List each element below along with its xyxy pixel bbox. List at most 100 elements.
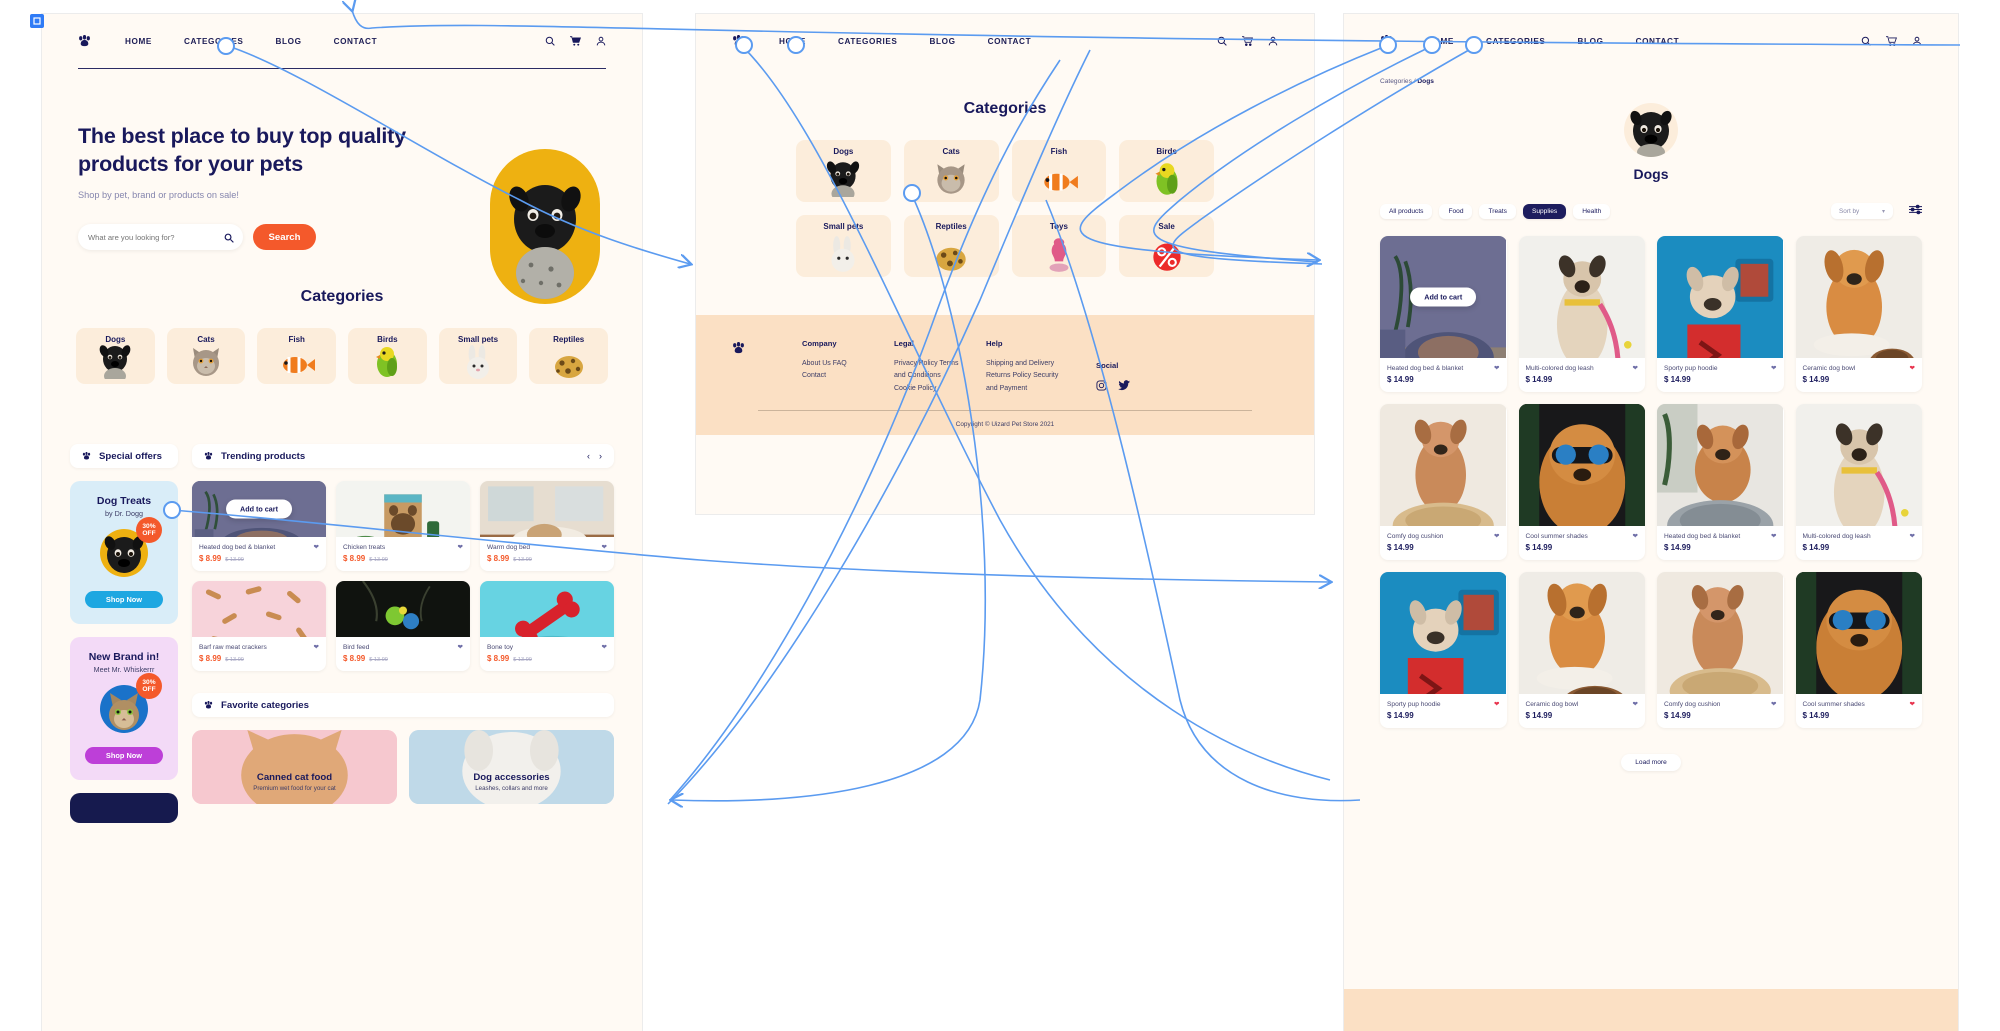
category-card-birds[interactable]: Birds <box>348 328 427 385</box>
product-card[interactable]: Cool summer shades ❤ $ 14.99 <box>1795 572 1922 728</box>
footer-link[interactable]: Returns Policy Security <box>986 370 1096 382</box>
category-card-small-pets[interactable]: Small pets <box>438 328 518 385</box>
favorite-card-canned-cat-food[interactable]: Canned cat food Premium wet food for you… <box>192 730 397 805</box>
sort-dropdown[interactable]: Sort by ▾ <box>1831 203 1893 219</box>
carousel-prev-icon[interactable]: ‹ <box>587 451 590 461</box>
category-card-birds[interactable]: Birds <box>1119 140 1214 202</box>
category-card-fish[interactable]: Fish <box>257 328 337 385</box>
shop-now-button[interactable]: Shop Now <box>85 591 163 609</box>
favorite-heart-icon[interactable]: ❤ <box>313 643 319 651</box>
favorite-heart-icon[interactable]: ❤ <box>1771 700 1777 708</box>
search-icon[interactable] <box>224 230 234 248</box>
product-card[interactable]: Comfy dog cushion ❤ $ 14.99 <box>1380 404 1507 560</box>
nav-item-categories[interactable]: CATEGORIES <box>1486 37 1546 46</box>
category-card-reptiles[interactable]: Reptiles <box>903 215 999 277</box>
category-card-fish[interactable]: Fish <box>1011 140 1107 202</box>
twitter-icon[interactable] <box>1118 378 1130 396</box>
footer-link[interactable]: Privacy Policy Terms <box>894 358 986 370</box>
product-card[interactable]: Ceramic dog bowl ❤ $ 14.99 <box>1795 236 1922 392</box>
product-card[interactable]: Sporty pup hoodie ❤ $ 14.99 <box>1380 572 1507 728</box>
user-icon[interactable] <box>1268 36 1278 46</box>
nav-item-categories[interactable]: CATEGORIES <box>184 37 244 46</box>
favorite-heart-icon[interactable]: ❤ <box>1494 364 1500 372</box>
favorite-heart-icon[interactable]: ❤ <box>601 643 607 651</box>
search-icon[interactable] <box>1217 36 1227 46</box>
search-button[interactable]: Search <box>253 224 316 251</box>
filter-pill-treats[interactable]: Treats <box>1479 203 1516 219</box>
product-card[interactable]: Cool summer shades ❤ $ 14.99 <box>1518 404 1645 560</box>
footer-link[interactable]: and Payment <box>986 383 1096 395</box>
paw-logo-icon[interactable] <box>78 35 91 47</box>
sliders-icon[interactable] <box>1909 202 1922 220</box>
filter-pill-food[interactable]: Food <box>1439 203 1473 219</box>
promo-card-new-brand[interactable]: New Brand in! Meet Mr. Whiskerrr 30% OFF… <box>70 637 178 781</box>
frame-selection-badge[interactable] <box>30 14 44 28</box>
product-card[interactable]: Multi-colored dog leash ❤ $ 14.99 <box>1518 236 1645 392</box>
load-more-button[interactable]: Load more <box>1621 754 1681 771</box>
nav-item-blog[interactable]: BLOG <box>276 37 302 46</box>
promo-card-dog-treats[interactable]: Dog Treats by Dr. Dogg 30% OFF Shop Now <box>70 481 178 625</box>
product-card[interactable]: Heated dog bed & blanket ❤ $ 14.99 <box>1657 404 1784 560</box>
nav-item-home[interactable]: HOME <box>779 37 806 46</box>
footer-link[interactable]: Shipping and Delivery <box>986 358 1096 370</box>
favorite-heart-icon[interactable]: ❤ <box>1909 364 1915 372</box>
product-card[interactable]: Add to cart Heated dog bed & blanket ❤ $ … <box>192 481 326 572</box>
search-icon[interactable] <box>545 36 555 46</box>
filter-pill-health[interactable]: Health <box>1573 203 1611 219</box>
nav-item-contact[interactable]: CONTACT <box>988 37 1032 46</box>
user-icon[interactable] <box>1912 36 1922 46</box>
instagram-icon[interactable] <box>1096 378 1107 396</box>
product-card[interactable]: Comfy dog cushion ❤ $ 14.99 <box>1657 572 1784 728</box>
screen-categories[interactable]: HOME CATEGORIES BLOG CONTACT Categories … <box>696 14 1314 514</box>
favorite-heart-icon[interactable]: ❤ <box>1632 532 1638 540</box>
product-card[interactable]: Chicken treats ❤ $ 8.99 $ 13.99 <box>336 481 470 572</box>
add-to-cart-button[interactable]: Add to cart <box>226 499 292 519</box>
nav-item-blog[interactable]: BLOG <box>1578 37 1604 46</box>
favorite-heart-icon[interactable]: ❤ <box>1494 532 1500 540</box>
favorite-heart-icon[interactable]: ❤ <box>1771 364 1777 372</box>
prototype-canvas[interactable]: HOME CATEGORIES BLOG CONTACT The best pl… <box>0 0 2000 1031</box>
favorite-heart-icon[interactable]: ❤ <box>457 543 463 551</box>
screen-category-dogs[interactable]: HOME CATEGORIES BLOG CONTACT Categories … <box>1344 14 1958 1031</box>
footer-link[interactable]: Cookie Policy <box>894 383 986 395</box>
favorite-heart-icon[interactable]: ❤ <box>601 543 607 551</box>
favorite-card-dog-accessories[interactable]: Dog accessories Leashes, collars and mor… <box>409 730 614 805</box>
favorite-heart-icon[interactable]: ❤ <box>1771 532 1777 540</box>
favorite-heart-icon[interactable]: ❤ <box>1632 700 1638 708</box>
cart-icon[interactable] <box>1886 36 1897 46</box>
nav-item-home[interactable]: HOME <box>1427 37 1454 46</box>
nav-item-blog[interactable]: BLOG <box>930 37 956 46</box>
category-card-dogs[interactable]: Dogs <box>76 328 155 385</box>
category-card-reptiles[interactable]: Reptiles <box>529 328 609 385</box>
filter-pill-all-products[interactable]: All products <box>1380 203 1433 219</box>
footer-link[interactable]: Contact <box>802 370 894 382</box>
product-card[interactable]: Bone toy ❤ $ 8.99 $ 13.99 <box>480 581 614 672</box>
favorite-heart-icon[interactable]: ❤ <box>1632 364 1638 372</box>
favorite-heart-icon[interactable]: ❤ <box>313 543 319 551</box>
category-card-toys[interactable]: Toys <box>1011 215 1107 277</box>
product-card[interactable]: Multi-colored dog leash ❤ $ 14.99 <box>1795 404 1922 560</box>
search-icon[interactable] <box>1861 36 1871 46</box>
category-card-cats[interactable]: Cats <box>903 140 999 202</box>
search-input[interactable] <box>88 232 218 242</box>
category-card-sale[interactable]: Sale <box>1119 215 1214 277</box>
footer-link[interactable]: and Conditions <box>894 370 986 382</box>
product-card[interactable]: Add to cart Heated dog bed & blanket ❤ $ 1… <box>1380 236 1507 392</box>
footer-paw-logo-icon[interactable] <box>732 341 745 359</box>
nav-item-categories[interactable]: CATEGORIES <box>838 37 898 46</box>
cart-icon[interactable] <box>570 36 581 46</box>
favorite-heart-icon[interactable]: ❤ <box>1909 532 1915 540</box>
add-to-cart-button[interactable]: Add to cart <box>1410 287 1477 307</box>
product-card[interactable]: Warm dog bed ❤ $ 8.99 $ 13.99 <box>480 481 614 572</box>
nav-item-contact[interactable]: CONTACT <box>334 37 378 46</box>
product-card[interactable]: Bird feed ❤ $ 8.99 $ 13.99 <box>336 581 470 672</box>
breadcrumb-parent[interactable]: Categories / <box>1380 78 1416 85</box>
search-box[interactable] <box>78 224 243 251</box>
category-card-small-pets[interactable]: Small pets <box>796 215 891 277</box>
nav-item-home[interactable]: HOME <box>125 37 152 46</box>
user-icon[interactable] <box>596 36 606 46</box>
shop-now-button[interactable]: Shop Now <box>85 747 163 765</box>
category-card-dogs[interactable]: Dogs <box>796 140 891 202</box>
paw-logo-icon[interactable] <box>1380 35 1393 47</box>
promo-card-third[interactable] <box>70 793 178 824</box>
